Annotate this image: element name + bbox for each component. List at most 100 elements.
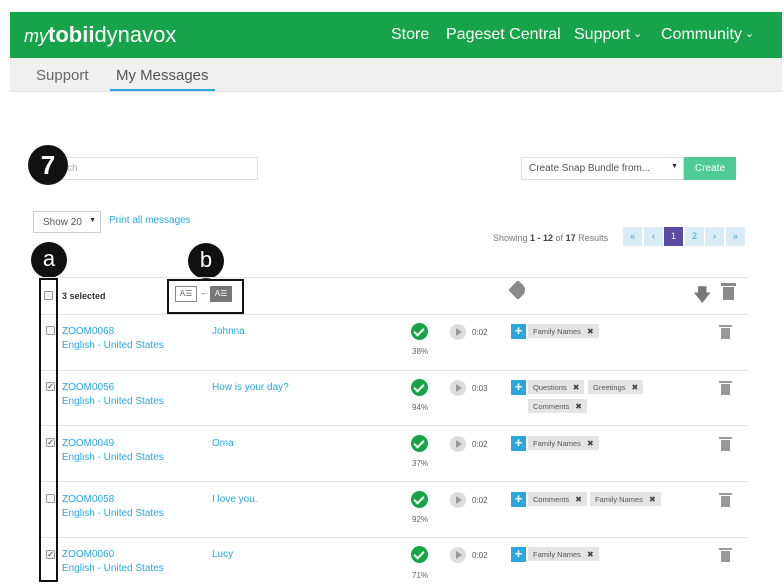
logo-tobii: tobii (48, 22, 95, 47)
tag-chip: Comments ✖ (528, 399, 587, 413)
nav-support[interactable]: Support ⌄ (574, 26, 642, 44)
divider (38, 277, 748, 278)
remove-tag-icon[interactable]: ✖ (575, 402, 582, 411)
callout-7: 7 (28, 145, 68, 185)
tag-chip: Comments ✖ (528, 492, 587, 506)
chevron-down-icon: ⌄ (744, 28, 755, 40)
sub-navigation: Support My Messages (10, 58, 782, 92)
message-phrase[interactable]: Johnna (212, 326, 245, 337)
search-input[interactable]: ch (52, 157, 258, 180)
score-percent: 94% (412, 403, 429, 412)
divider (38, 481, 748, 482)
message-language[interactable]: English - United States (62, 563, 164, 574)
duration: 0:02 (472, 551, 488, 560)
tag-icon[interactable] (508, 280, 528, 300)
add-tag-button[interactable]: + (511, 547, 526, 562)
logo-my: my (24, 26, 48, 46)
nav-store[interactable]: Store (391, 26, 429, 44)
results-count: Showing 1 - 12 of 17 Results (493, 233, 609, 243)
message-code-link[interactable]: ZOOM0060 (62, 549, 114, 560)
trash-icon[interactable] (719, 548, 732, 562)
trash-icon[interactable] (719, 493, 732, 507)
divider (38, 314, 748, 315)
tag-chip: Family Names ✖ (528, 324, 599, 338)
selected-count: 3 selected (62, 291, 106, 301)
message-code-link[interactable]: ZOOM0049 (62, 438, 114, 449)
pager-page-1[interactable]: 1 (664, 227, 683, 246)
score-percent: 92% (412, 515, 429, 524)
message-code-link[interactable]: ZOOM0056 (62, 382, 114, 393)
play-icon[interactable] (450, 380, 466, 396)
play-icon[interactable] (450, 547, 466, 563)
tag-chip: Family Names ✖ (528, 436, 599, 450)
play-icon[interactable] (450, 492, 466, 508)
mytobiidynavox-logo[interactable]: mytobiidynavox (24, 22, 176, 48)
trash-icon[interactable] (719, 381, 732, 395)
remove-tag-icon[interactable]: ✖ (587, 550, 594, 559)
score-percent: 38% (412, 347, 429, 356)
pager-first-button[interactable]: « (623, 227, 642, 246)
page-size-select[interactable]: Show 20 ▼ (33, 211, 101, 233)
caret-down-icon: ▼ (671, 163, 678, 170)
pager-last-button[interactable]: » (726, 227, 745, 246)
play-icon[interactable] (450, 436, 466, 452)
divider (38, 537, 748, 538)
duration: 0:03 (472, 384, 488, 393)
logo-dynavox: dynavox (94, 22, 177, 47)
duration: 0:02 (472, 496, 488, 505)
tab-support[interactable]: Support (36, 67, 89, 84)
add-tag-button[interactable]: + (511, 324, 526, 339)
add-tag-button[interactable]: + (511, 380, 526, 395)
message-phrase[interactable]: Oma (212, 438, 234, 449)
tab-my-messages[interactable]: My Messages (110, 67, 215, 91)
remove-tag-icon[interactable]: ✖ (575, 495, 582, 504)
score-percent: 71% (412, 571, 429, 580)
annotation-box-b (167, 279, 244, 314)
nav-community[interactable]: Community ⌄ (661, 26, 754, 44)
trash-icon[interactable] (719, 437, 732, 451)
message-phrase[interactable]: How is your day? (212, 382, 289, 393)
add-tag-button[interactable]: + (511, 492, 526, 507)
divider (38, 370, 748, 371)
top-navigation-bar: mytobiidynavox Store Pageset Central Sup… (10, 12, 782, 58)
remove-tag-icon[interactable]: ✖ (587, 327, 594, 336)
create-snap-bundle-select[interactable]: Create Snap Bundle from... ▼ (521, 157, 684, 180)
print-all-messages-link[interactable]: Print all messages (109, 215, 191, 226)
caret-down-icon: ▼ (89, 217, 96, 224)
trash-icon[interactable] (719, 325, 732, 339)
message-phrase[interactable]: I love you. (212, 494, 258, 505)
tag-chip: Greetings ✖ (588, 380, 644, 394)
tag-chip: Questions ✖ (528, 380, 585, 394)
trash-icon[interactable] (721, 283, 736, 300)
add-tag-button[interactable]: + (511, 436, 526, 451)
remove-tag-icon[interactable]: ✖ (632, 383, 639, 392)
create-button[interactable]: Create (684, 157, 736, 180)
remove-tag-icon[interactable]: ✖ (649, 495, 656, 504)
message-phrase[interactable]: Lucy (212, 549, 233, 560)
pager-next-button[interactable]: › (705, 227, 724, 246)
duration: 0:02 (472, 328, 488, 337)
check-circle-icon (411, 491, 428, 508)
check-circle-icon (411, 379, 428, 396)
tag-chip: Family Names ✖ (528, 547, 599, 561)
play-icon[interactable] (450, 324, 466, 340)
nav-pageset-central[interactable]: Pageset Central (446, 26, 561, 44)
chevron-down-icon: ⌄ (633, 28, 643, 40)
duration: 0:02 (472, 440, 488, 449)
message-language[interactable]: English - United States (62, 340, 164, 351)
remove-tag-icon[interactable]: ✖ (573, 383, 580, 392)
callout-b: b (188, 243, 224, 279)
message-language[interactable]: English - United States (62, 396, 164, 407)
remove-tag-icon[interactable]: ✖ (587, 439, 594, 448)
message-code-link[interactable]: ZOOM0068 (62, 326, 114, 337)
pager-prev-button[interactable]: ‹ (644, 227, 663, 246)
message-code-link[interactable]: ZOOM0058 (62, 494, 114, 505)
message-language[interactable]: English - United States (62, 508, 164, 519)
message-language[interactable]: English - United States (62, 452, 164, 463)
pager-page-2[interactable]: 2 (685, 227, 704, 246)
annotation-box-a (39, 278, 58, 582)
check-circle-icon (411, 323, 428, 340)
tag-chip: Family Names ✖ (590, 492, 661, 506)
score-percent: 37% (412, 459, 429, 468)
download-icon[interactable]: 🡇 (693, 283, 712, 313)
